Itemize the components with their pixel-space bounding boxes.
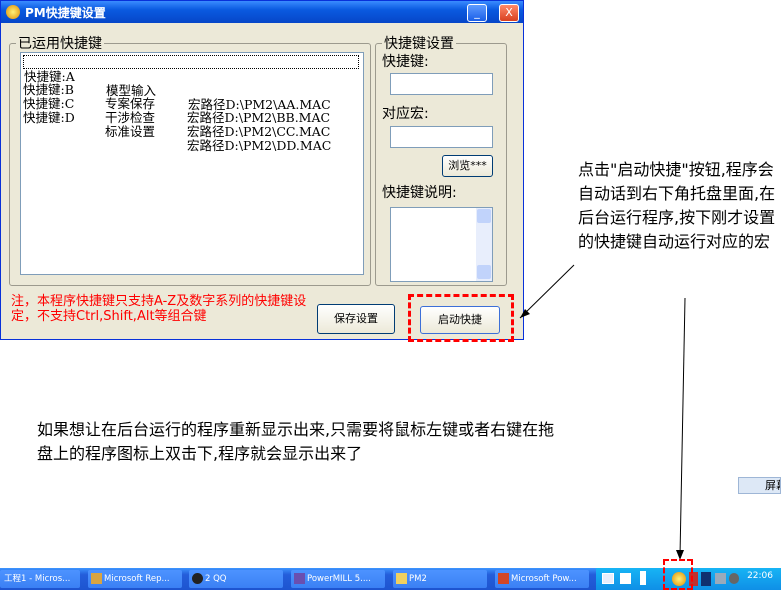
powermill-icon [294,573,305,584]
network-icon[interactable] [715,573,726,584]
desktop-icon[interactable] [602,573,614,584]
taskbar-item[interactable]: PM2 [393,570,487,588]
arrow-to-start-button [519,264,575,319]
taskbar-item[interactable]: 2 QQ [189,570,283,588]
tray-icon-highlight [663,559,693,590]
taskbar-item-label: PowerMILL 5.... [307,574,371,584]
taskbar-item-label: Microsoft Rep... [104,574,170,584]
taskbar-item-label: PM2 [409,574,427,584]
partial-window-label[interactable]: 屏幕 [738,477,781,494]
qq-icon [192,573,203,584]
annotation-restore-explanation: 如果想让在后台运行的程序重新显示出来,只需要将鼠标左键或者右键在拖盘上的程序图标… [37,420,555,463]
clock[interactable]: 22:06 [747,571,773,581]
annotation-start-explanation: 点击"启动快捷"按钮,程序会自动话到右下角托盘里面,在后台运行程序,按下刚才设置… [578,160,776,251]
annotation-arrows [519,264,686,560]
taskbar-item[interactable]: Microsoft Pow... [495,570,589,588]
taskbar-item[interactable]: Microsoft Rep... [88,570,182,588]
language-icon[interactable] [640,571,646,585]
taskbar-item[interactable]: PowerMILL 5.... [291,570,385,588]
powerpoint-icon [498,573,509,584]
taskbar-item-label: 2 QQ [205,574,227,584]
taskbar-item-label: Microsoft Pow... [511,574,577,584]
tray-app-icon[interactable] [701,572,711,586]
document-icon [91,573,102,584]
help-icon[interactable] [620,573,631,584]
arrow-to-tray [679,297,686,557]
taskbar-item[interactable]: 工程1 - Micros... [0,570,80,588]
volume-icon[interactable] [729,573,739,584]
folder-icon [396,573,407,584]
